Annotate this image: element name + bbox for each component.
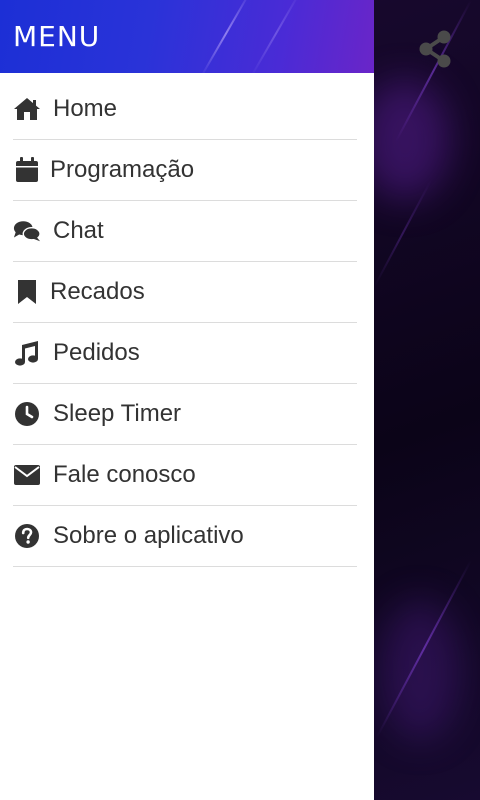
menu-item-sleep-timer[interactable]: Sleep Timer [13,384,357,445]
menu-item-pedidos[interactable]: Pedidos [13,323,357,384]
menu-item-label: Recados [50,278,145,305]
calendar-icon [13,156,41,184]
home-icon [13,95,41,123]
envelope-icon [13,461,41,489]
menu-item-label: Fale conosco [53,461,196,488]
drawer-title: MENU [13,20,101,53]
menu-item-label: Pedidos [53,339,140,366]
background-glow [380,600,460,740]
menu-item-home[interactable]: Home [13,79,357,140]
bookmark-icon [13,278,41,306]
menu-item-label: Sobre o aplicativo [53,522,244,549]
menu-item-recados[interactable]: Recados [13,262,357,323]
share-icon [419,30,451,68]
menu-item-label: Home [53,95,118,122]
drawer-header: MENU [0,0,374,73]
menu-item-sobre[interactable]: Sobre o aplicativo [13,506,357,567]
menu-item-programacao[interactable]: Programação [13,140,357,201]
navigation-drawer: MENU Home Programação Chat Recados Pedid… [0,0,374,800]
menu-item-label: Programação [50,156,195,183]
clock-icon [13,400,41,428]
share-button[interactable] [414,28,456,70]
chat-bubbles-icon [13,217,41,245]
header-streak [250,0,302,73]
menu-item-label: Sleep Timer [53,400,182,427]
header-streak [200,0,252,73]
menu-item-chat[interactable]: Chat [13,201,357,262]
menu-item-fale-conosco[interactable]: Fale conosco [13,445,357,506]
drawer-menu: Home Programação Chat Recados Pedidos Sl… [13,79,357,567]
question-circle-icon [13,522,41,550]
menu-item-label: Chat [53,217,104,244]
music-note-icon [13,339,41,367]
